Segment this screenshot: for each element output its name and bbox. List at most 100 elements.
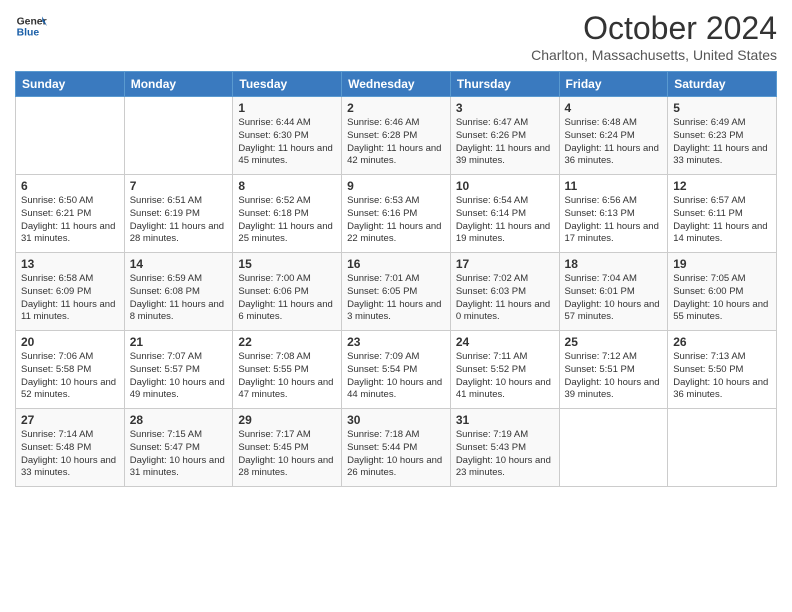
cell-info: Sunrise: 7:05 AMSunset: 6:00 PMDaylight:… (673, 273, 768, 322)
location-subtitle: Charlton, Massachusetts, United States (531, 47, 777, 63)
calendar-cell: 31 Sunrise: 7:19 AMSunset: 5:43 PMDaylig… (450, 409, 559, 487)
day-number: 18 (565, 257, 663, 271)
page: General Blue October 2024 Charlton, Mass… (0, 0, 792, 612)
calendar-cell: 19 Sunrise: 7:05 AMSunset: 6:00 PMDaylig… (668, 253, 777, 331)
calendar-cell: 23 Sunrise: 7:09 AMSunset: 5:54 PMDaylig… (342, 331, 451, 409)
calendar-cell: 14 Sunrise: 6:59 AMSunset: 6:08 PMDaylig… (124, 253, 233, 331)
calendar-cell: 24 Sunrise: 7:11 AMSunset: 5:52 PMDaylig… (450, 331, 559, 409)
calendar-cell: 8 Sunrise: 6:52 AMSunset: 6:18 PMDayligh… (233, 175, 342, 253)
calendar-cell: 30 Sunrise: 7:18 AMSunset: 5:44 PMDaylig… (342, 409, 451, 487)
title-block: October 2024 Charlton, Massachusetts, Un… (531, 10, 777, 63)
cell-info: Sunrise: 7:07 AMSunset: 5:57 PMDaylight:… (130, 351, 225, 400)
calendar-cell: 6 Sunrise: 6:50 AMSunset: 6:21 PMDayligh… (16, 175, 125, 253)
cell-info: Sunrise: 6:58 AMSunset: 6:09 PMDaylight:… (21, 273, 115, 322)
calendar-week-5: 27 Sunrise: 7:14 AMSunset: 5:48 PMDaylig… (16, 409, 777, 487)
calendar-cell: 1 Sunrise: 6:44 AMSunset: 6:30 PMDayligh… (233, 97, 342, 175)
col-monday: Monday (124, 72, 233, 97)
calendar-cell: 7 Sunrise: 6:51 AMSunset: 6:19 PMDayligh… (124, 175, 233, 253)
day-number: 5 (673, 101, 771, 115)
day-number: 24 (456, 335, 554, 349)
cell-info: Sunrise: 6:51 AMSunset: 6:19 PMDaylight:… (130, 195, 224, 244)
calendar-cell (16, 97, 125, 175)
calendar-cell: 17 Sunrise: 7:02 AMSunset: 6:03 PMDaylig… (450, 253, 559, 331)
day-number: 23 (347, 335, 445, 349)
header-row: Sunday Monday Tuesday Wednesday Thursday… (16, 72, 777, 97)
calendar-cell (559, 409, 668, 487)
day-number: 20 (21, 335, 119, 349)
day-number: 2 (347, 101, 445, 115)
cell-info: Sunrise: 6:49 AMSunset: 6:23 PMDaylight:… (673, 117, 767, 166)
cell-info: Sunrise: 7:02 AMSunset: 6:03 PMDaylight:… (456, 273, 550, 322)
day-number: 31 (456, 413, 554, 427)
day-number: 14 (130, 257, 228, 271)
cell-info: Sunrise: 7:06 AMSunset: 5:58 PMDaylight:… (21, 351, 116, 400)
day-number: 21 (130, 335, 228, 349)
col-sunday: Sunday (16, 72, 125, 97)
cell-info: Sunrise: 7:04 AMSunset: 6:01 PMDaylight:… (565, 273, 660, 322)
cell-info: Sunrise: 6:54 AMSunset: 6:14 PMDaylight:… (456, 195, 550, 244)
col-saturday: Saturday (668, 72, 777, 97)
day-number: 4 (565, 101, 663, 115)
col-wednesday: Wednesday (342, 72, 451, 97)
cell-info: Sunrise: 6:56 AMSunset: 6:13 PMDaylight:… (565, 195, 659, 244)
calendar-cell (124, 97, 233, 175)
calendar-cell: 5 Sunrise: 6:49 AMSunset: 6:23 PMDayligh… (668, 97, 777, 175)
day-number: 29 (238, 413, 336, 427)
cell-info: Sunrise: 7:08 AMSunset: 5:55 PMDaylight:… (238, 351, 333, 400)
cell-info: Sunrise: 6:48 AMSunset: 6:24 PMDaylight:… (565, 117, 659, 166)
calendar-cell: 2 Sunrise: 6:46 AMSunset: 6:28 PMDayligh… (342, 97, 451, 175)
cell-info: Sunrise: 6:52 AMSunset: 6:18 PMDaylight:… (238, 195, 332, 244)
calendar-cell (668, 409, 777, 487)
cell-info: Sunrise: 7:01 AMSunset: 6:05 PMDaylight:… (347, 273, 441, 322)
day-number: 28 (130, 413, 228, 427)
calendar-cell: 22 Sunrise: 7:08 AMSunset: 5:55 PMDaylig… (233, 331, 342, 409)
calendar-cell: 4 Sunrise: 6:48 AMSunset: 6:24 PMDayligh… (559, 97, 668, 175)
calendar-table: Sunday Monday Tuesday Wednesday Thursday… (15, 71, 777, 487)
calendar-cell: 18 Sunrise: 7:04 AMSunset: 6:01 PMDaylig… (559, 253, 668, 331)
calendar-cell: 28 Sunrise: 7:15 AMSunset: 5:47 PMDaylig… (124, 409, 233, 487)
day-number: 16 (347, 257, 445, 271)
cell-info: Sunrise: 6:59 AMSunset: 6:08 PMDaylight:… (130, 273, 224, 322)
svg-text:Blue: Blue (17, 28, 40, 39)
calendar-cell: 16 Sunrise: 7:01 AMSunset: 6:05 PMDaylig… (342, 253, 451, 331)
calendar-week-4: 20 Sunrise: 7:06 AMSunset: 5:58 PMDaylig… (16, 331, 777, 409)
day-number: 3 (456, 101, 554, 115)
month-title: October 2024 (531, 10, 777, 47)
cell-info: Sunrise: 7:15 AMSunset: 5:47 PMDaylight:… (130, 429, 225, 478)
day-number: 12 (673, 179, 771, 193)
calendar-cell: 21 Sunrise: 7:07 AMSunset: 5:57 PMDaylig… (124, 331, 233, 409)
day-number: 22 (238, 335, 336, 349)
col-tuesday: Tuesday (233, 72, 342, 97)
header: General Blue October 2024 Charlton, Mass… (15, 10, 777, 63)
col-friday: Friday (559, 72, 668, 97)
cell-info: Sunrise: 7:09 AMSunset: 5:54 PMDaylight:… (347, 351, 442, 400)
cell-info: Sunrise: 7:17 AMSunset: 5:45 PMDaylight:… (238, 429, 333, 478)
day-number: 1 (238, 101, 336, 115)
cell-info: Sunrise: 6:47 AMSunset: 6:26 PMDaylight:… (456, 117, 550, 166)
calendar-cell: 13 Sunrise: 6:58 AMSunset: 6:09 PMDaylig… (16, 253, 125, 331)
day-number: 15 (238, 257, 336, 271)
logo: General Blue (15, 10, 47, 42)
cell-info: Sunrise: 6:57 AMSunset: 6:11 PMDaylight:… (673, 195, 767, 244)
col-thursday: Thursday (450, 72, 559, 97)
day-number: 10 (456, 179, 554, 193)
cell-info: Sunrise: 7:19 AMSunset: 5:43 PMDaylight:… (456, 429, 551, 478)
day-number: 13 (21, 257, 119, 271)
calendar-cell: 26 Sunrise: 7:13 AMSunset: 5:50 PMDaylig… (668, 331, 777, 409)
cell-info: Sunrise: 7:13 AMSunset: 5:50 PMDaylight:… (673, 351, 768, 400)
calendar-week-2: 6 Sunrise: 6:50 AMSunset: 6:21 PMDayligh… (16, 175, 777, 253)
day-number: 27 (21, 413, 119, 427)
cell-info: Sunrise: 7:00 AMSunset: 6:06 PMDaylight:… (238, 273, 332, 322)
calendar-cell: 27 Sunrise: 7:14 AMSunset: 5:48 PMDaylig… (16, 409, 125, 487)
calendar-cell: 9 Sunrise: 6:53 AMSunset: 6:16 PMDayligh… (342, 175, 451, 253)
day-number: 19 (673, 257, 771, 271)
calendar-cell: 25 Sunrise: 7:12 AMSunset: 5:51 PMDaylig… (559, 331, 668, 409)
calendar-week-1: 1 Sunrise: 6:44 AMSunset: 6:30 PMDayligh… (16, 97, 777, 175)
day-number: 17 (456, 257, 554, 271)
calendar-cell: 15 Sunrise: 7:00 AMSunset: 6:06 PMDaylig… (233, 253, 342, 331)
calendar-cell: 29 Sunrise: 7:17 AMSunset: 5:45 PMDaylig… (233, 409, 342, 487)
cell-info: Sunrise: 6:53 AMSunset: 6:16 PMDaylight:… (347, 195, 441, 244)
cell-info: Sunrise: 7:14 AMSunset: 5:48 PMDaylight:… (21, 429, 116, 478)
day-number: 9 (347, 179, 445, 193)
calendar-cell: 3 Sunrise: 6:47 AMSunset: 6:26 PMDayligh… (450, 97, 559, 175)
